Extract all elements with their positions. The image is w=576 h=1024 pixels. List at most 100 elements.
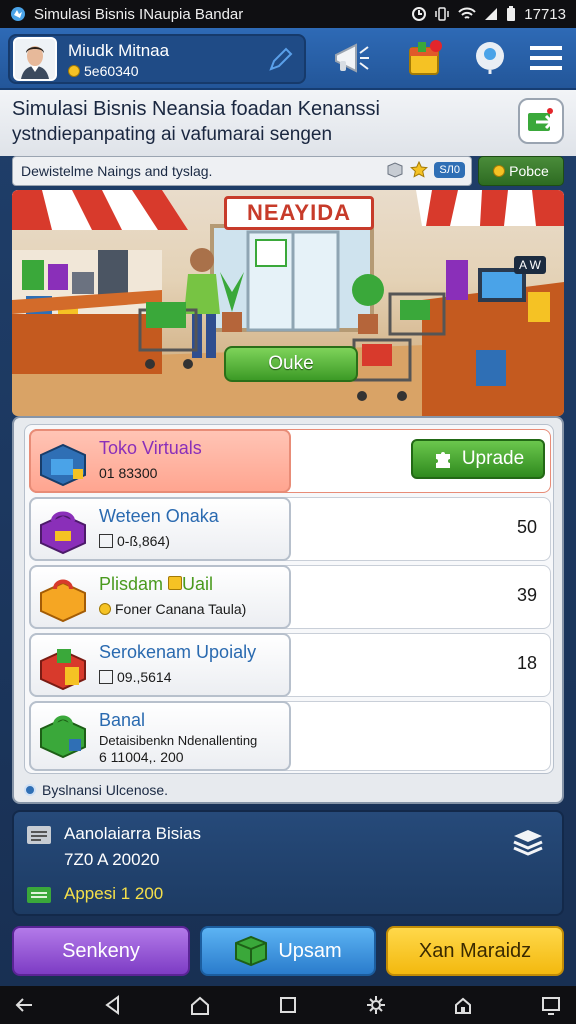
profile-card[interactable]: Miudk Mitnaa 5e60340 [8, 34, 306, 84]
side-action-label: Pobce [509, 163, 549, 179]
business-name: Plisdam [99, 574, 164, 594]
list-item[interactable]: Toko Virtuals 01 83300 Uprade [29, 429, 551, 493]
scene-tag: A W [514, 256, 547, 274]
upgrade-button[interactable]: Uprade [411, 439, 545, 479]
avatar[interactable] [13, 37, 57, 81]
business-sub-row: 09.,5614 [99, 669, 172, 685]
ok-button[interactable]: Ouke [224, 346, 358, 382]
system-nav-bar [0, 986, 576, 1024]
cash-icon [99, 534, 113, 548]
business-sub-2: 6 11004,. 200 [99, 749, 184, 765]
business-name: Banal [99, 710, 146, 730]
left-action-label: Senkeny [62, 939, 140, 962]
info-dot-icon [24, 784, 36, 796]
list-footer-text: Byslnansi Ulcenose. [42, 782, 169, 798]
business-sub-row: Foner Canana Taula) [99, 601, 246, 617]
battery-icon [507, 6, 516, 21]
info-strip-badge[interactable]: SЛ0 [434, 162, 465, 178]
summary-panel: Aanolaiarra Bisias 7Z0 A 20020 Appesi 1 … [12, 810, 564, 916]
house-outline-icon[interactable] [452, 994, 474, 1016]
hamburger-menu-icon [530, 46, 562, 70]
coin-icon [99, 603, 111, 615]
red-gift-box-icon [40, 649, 86, 691]
megaphone-button[interactable] [330, 36, 374, 80]
status-bar: Simulasi Bisnis INaupia Bandar 17713 [0, 0, 576, 28]
left-action-button[interactable]: Senkeny [12, 926, 190, 976]
business-value: 39 [516, 585, 537, 605]
business-sub: 0-ß,864) [117, 533, 170, 549]
info-strip: Dewistelme Naings and tyslag. SЛ0 [12, 156, 472, 186]
list-item[interactable]: Weteen Onaka 0-ß,864) 50 [29, 497, 551, 561]
business-card[interactable]: Banal Detaisibenkn Ndenallenting 6 11004… [29, 701, 291, 771]
list-item[interactable]: Plisdam Uail Foner Canana Taula) 39 [29, 565, 551, 629]
gift-calendar-icon [409, 40, 442, 75]
settings-gear-icon[interactable] [365, 994, 387, 1016]
coin-icon [493, 165, 506, 177]
business-sub: 01 83300 [99, 465, 158, 481]
virtual-store-icon [40, 443, 86, 487]
location-pin-icon [476, 42, 504, 74]
top-header: Miudk Mitnaa 5e60340 [0, 28, 576, 90]
business-value: 18 [516, 653, 537, 673]
business-sub-row: 0-ß,864) [99, 533, 170, 549]
cash-icon [99, 670, 113, 684]
summary-income: Appesi 1 200 [64, 884, 164, 903]
signal-icon [485, 8, 498, 20]
edit-pencil-icon[interactable] [266, 46, 294, 74]
info-strip-text: Dewistelme Naings and tyslag. [21, 163, 213, 179]
megaphone-icon [335, 43, 369, 73]
business-name: Weteen Onaka [99, 506, 219, 526]
cash-stack-icon [27, 887, 51, 903]
status-time: 17713 [524, 5, 566, 23]
player-coins: 5e60340 [68, 63, 139, 79]
star-icon[interactable] [410, 161, 429, 179]
lock-badge-icon [168, 576, 183, 590]
business-name: Toko Virtuals [99, 438, 202, 458]
middle-action-label: Upsam [278, 939, 342, 962]
right-action-label: Xan Maraidz [418, 939, 532, 962]
list-item[interactable]: Serokenam Upoialy 09.,5614 18 [29, 633, 551, 697]
export-button[interactable] [518, 98, 564, 144]
recents-icon[interactable] [277, 994, 299, 1016]
store-sign: NEAYIDA [224, 196, 374, 230]
info-strip-icons: SЛ0 [386, 161, 465, 179]
business-name-extra: Uail [182, 574, 214, 594]
location-button[interactable] [468, 36, 512, 80]
orange-bag-icon [40, 579, 86, 623]
business-card[interactable]: Toko Virtuals 01 83300 [29, 429, 291, 493]
summary-title: Aanolaiarra Bisias [64, 824, 202, 843]
right-action-button[interactable]: Xan Maraidz [386, 926, 564, 976]
back-triangle-icon[interactable] [102, 994, 124, 1016]
puzzle-icon [435, 452, 450, 468]
menu-button[interactable] [524, 36, 568, 80]
screenshot-icon[interactable] [540, 994, 562, 1016]
status-app-title: Simulasi Bisnis INaupia Bandar [34, 5, 244, 23]
gift-calendar-button[interactable] [402, 36, 446, 80]
business-value: 50 [516, 517, 537, 537]
page-subtitle: ystndiepanpating ai vafumarai sengen [12, 124, 333, 145]
business-card[interactable]: Plisdam Uail Foner Canana Taula) [29, 565, 291, 629]
business-card[interactable]: Serokenam Upoialy 09.,5614 [29, 633, 291, 697]
user-portrait-icon [15, 39, 55, 79]
store-scene: NEAYIDA Ouke A W [12, 190, 564, 416]
business-sub: 09.,5614 [117, 669, 172, 685]
middle-action-button[interactable]: Upsam [200, 926, 376, 976]
list-footer: Byslnansi Ulcenose. [24, 782, 168, 798]
box-icon[interactable] [386, 161, 404, 179]
green-box-icon [235, 935, 268, 967]
app-screen: Simulasi Bisnis INaupia Bandar 17713 Miu… [0, 0, 576, 1024]
stacked-boxes-icon[interactable] [510, 826, 546, 856]
business-sub: Detaisibenkn Ndenallenting [99, 733, 258, 748]
upgrade-label: Uprade [461, 448, 525, 469]
business-card[interactable]: Weteen Onaka 0-ß,864) [29, 497, 291, 561]
title-bar: Simulasi Bisnis Neansia foadan Kenanssi … [0, 90, 576, 156]
status-icons: 17713 [412, 6, 566, 23]
home-icon[interactable] [189, 994, 211, 1016]
export-arrow-icon [528, 108, 555, 131]
player-name: Miudk Mitnaa [68, 41, 170, 60]
business-name-row: Plisdam Uail [99, 574, 213, 595]
list-item[interactable]: Banal Detaisibenkn Ndenallenting 6 11004… [29, 701, 551, 771]
back-arrow-icon[interactable] [14, 994, 36, 1016]
business-panel: Toko Virtuals 01 83300 Uprade Weteen Ona… [12, 416, 564, 804]
side-action-button[interactable]: Pobce [478, 156, 564, 186]
